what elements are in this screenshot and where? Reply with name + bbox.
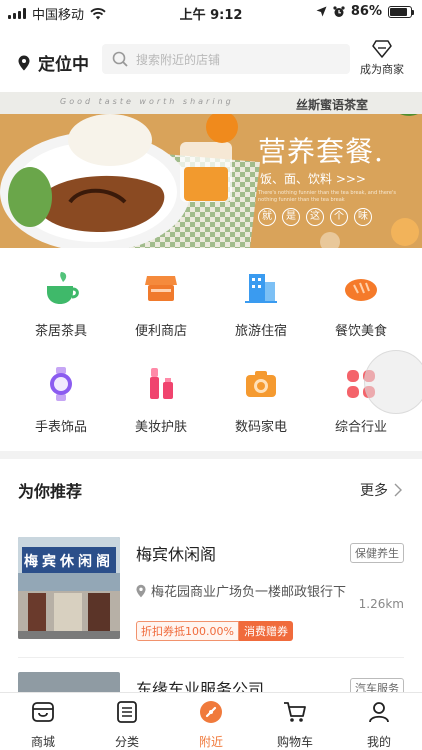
tab-mall[interactable]: 商城 bbox=[8, 699, 78, 750]
list-item[interactable]: 梅宾休闲阁 梅宾休闲阁 保健养生 梅花园商业广场负一楼邮政银行下 1.26km … bbox=[18, 537, 408, 647]
chevron-right-icon bbox=[394, 483, 402, 497]
category-grid: 茶居茶具 便利商店 旅游住宿 餐饮美食 手表饰品 美妆护肤 数码家电 综合行业 bbox=[0, 258, 422, 448]
promo-banner[interactable]: Good taste worth sharing 丝斯蜜语茶室 营养套餐. 饭、… bbox=[0, 92, 422, 248]
watch-icon bbox=[50, 367, 72, 401]
recommend-title: 为你推荐 bbox=[18, 482, 83, 501]
diamond-icon bbox=[372, 40, 392, 58]
category-cosmetics[interactable]: 美妆护肤 bbox=[116, 364, 206, 435]
status-bar: 中国移动 上午 9:12 86% bbox=[0, 0, 422, 24]
category-label: 餐饮美食 bbox=[334, 324, 387, 339]
banner-bubbles: 就 是 这 个 味 bbox=[258, 208, 372, 226]
category-label: 茶居茶具 bbox=[34, 324, 87, 339]
alarm-icon bbox=[333, 5, 345, 17]
category-label: 综合行业 bbox=[334, 420, 387, 435]
tab-category[interactable]: 分类 bbox=[92, 699, 162, 750]
category-food[interactable]: 餐饮美食 bbox=[316, 268, 406, 339]
banner-bubble: 个 bbox=[330, 208, 348, 226]
banner-bubble: 是 bbox=[282, 208, 300, 226]
bread-icon bbox=[345, 279, 377, 301]
shop-address: 梅花园商业广场负一楼邮政银行下 bbox=[136, 581, 346, 600]
banner-title: 营养套餐. bbox=[258, 135, 384, 168]
top-header: 定位中 搜索附近的店铺 成为商家 bbox=[0, 36, 422, 86]
thumbnail-sign-text: 梅宾休闲阁 bbox=[24, 554, 114, 570]
tab-nearby[interactable]: 附近 bbox=[176, 699, 246, 750]
banner-shop-name: 丝斯蜜语茶室 bbox=[296, 98, 369, 112]
category-label: 手表饰品 bbox=[34, 420, 87, 435]
coupon-text: 折扣券抵100.00% bbox=[136, 621, 239, 641]
bottom-tab-bar: 商城 分类 附近 购物车 我的 bbox=[0, 692, 422, 750]
banner-bubble: 就 bbox=[258, 208, 276, 226]
battery-percent: 86% bbox=[350, 4, 382, 19]
profile-icon bbox=[369, 702, 389, 723]
tea-cup-icon bbox=[47, 272, 79, 304]
category-store[interactable]: 便利商店 bbox=[116, 268, 206, 339]
shop-category-tag: 保健养生 bbox=[350, 543, 404, 563]
banner-tagline: Good taste worth sharing bbox=[60, 97, 234, 106]
list-icon bbox=[117, 701, 137, 723]
shop-distance: 1.26km bbox=[358, 597, 404, 611]
shop-name: 梅宾休闲阁 bbox=[136, 545, 217, 564]
banner-fine-print: There's nothing funnier than the tea bre… bbox=[258, 190, 396, 203]
category-label: 旅游住宿 bbox=[234, 324, 287, 339]
recommend-header: 为你推荐 更多 bbox=[0, 470, 422, 506]
category-watch[interactable]: 手表饰品 bbox=[16, 364, 106, 435]
location-selector[interactable]: 定位中 bbox=[18, 50, 89, 75]
category-tea[interactable]: 茶居茶具 bbox=[16, 268, 106, 339]
merchant-label: 成为商家 bbox=[360, 63, 404, 76]
map-pin-icon bbox=[136, 584, 146, 597]
app-screen: 中国移动 上午 9:12 86% 定位中 搜索附近的店铺 成为商家 Good t… bbox=[0, 0, 422, 750]
item-divider bbox=[18, 657, 404, 658]
building-icon bbox=[245, 274, 277, 303]
banner-subtitle: 饭、面、饮料 >>> bbox=[260, 172, 366, 186]
shop-thumbnail: 梅宾休闲阁 bbox=[18, 537, 120, 639]
cosmetics-icon bbox=[150, 368, 173, 399]
tab-cart[interactable]: 购物车 bbox=[260, 699, 330, 750]
search-icon bbox=[112, 51, 128, 67]
become-merchant-button[interactable]: 成为商家 bbox=[356, 40, 408, 77]
category-label: 便利商店 bbox=[134, 324, 187, 339]
mall-icon bbox=[32, 702, 54, 722]
tab-profile[interactable]: 我的 bbox=[344, 699, 414, 750]
coupon-tags: 折扣券抵100.00% 消费赠券 bbox=[136, 621, 293, 641]
tab-label: 分类 bbox=[114, 735, 139, 749]
location-arrow-icon bbox=[316, 6, 327, 17]
coupon-badge: 消费赠券 bbox=[238, 621, 293, 641]
camera-icon bbox=[246, 371, 276, 397]
tab-label: 我的 bbox=[366, 735, 391, 749]
location-label: 定位中 bbox=[38, 55, 89, 75]
category-label: 美妆护肤 bbox=[134, 420, 187, 435]
banner-bubble: 味 bbox=[354, 208, 372, 226]
category-digital[interactable]: 数码家电 bbox=[216, 364, 306, 435]
store-icon bbox=[145, 276, 177, 301]
search-input[interactable]: 搜索附近的店铺 bbox=[102, 44, 350, 74]
tab-label: 附近 bbox=[198, 735, 223, 749]
category-travel[interactable]: 旅游住宿 bbox=[216, 268, 306, 339]
address-text: 梅花园商业广场负一楼邮政银行下 bbox=[151, 585, 347, 600]
recommend-more-link[interactable]: 更多 bbox=[360, 480, 402, 500]
battery-icon bbox=[388, 5, 414, 18]
floating-assistive-button[interactable] bbox=[364, 350, 422, 414]
nearby-icon bbox=[200, 701, 222, 723]
category-label: 数码家电 bbox=[234, 420, 287, 435]
more-label: 更多 bbox=[360, 483, 388, 499]
status-right: 86% bbox=[316, 4, 414, 19]
cart-icon bbox=[284, 702, 306, 722]
section-separator bbox=[0, 451, 422, 459]
banner-bubble: 这 bbox=[306, 208, 324, 226]
map-pin-icon bbox=[18, 55, 30, 70]
tab-label: 购物车 bbox=[276, 735, 313, 749]
search-placeholder: 搜索附近的店铺 bbox=[136, 52, 221, 67]
tab-label: 商城 bbox=[30, 735, 55, 749]
